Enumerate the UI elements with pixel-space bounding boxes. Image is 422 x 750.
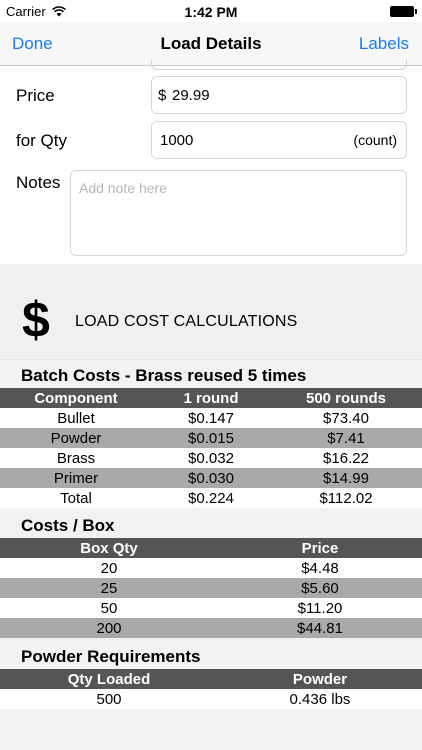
labels-button[interactable]: Labels xyxy=(359,34,409,54)
table-row: Primer $0.030 $14.99 xyxy=(0,468,422,488)
box-costs-table: Box Qty Price 20 $4.48 25 $5.60 50 $11.2… xyxy=(0,538,422,638)
status-bar: Carrier 1:42 PM xyxy=(0,0,422,22)
table-cell: Total xyxy=(0,488,152,508)
table-cell: $7.41 xyxy=(270,428,422,448)
qty-field[interactable]: 1000 (count) xyxy=(151,121,407,159)
table-row: Total $0.224 $112.02 xyxy=(0,488,422,508)
table-header-row: Component 1 round 500 rounds xyxy=(0,388,422,408)
table-cell: 500 xyxy=(0,689,218,709)
dollar-icon: $ xyxy=(22,292,50,348)
previous-field[interactable] xyxy=(151,60,407,70)
column-header: 500 rounds xyxy=(270,388,422,408)
table-cell: $5.60 xyxy=(218,578,422,598)
table-cell: $0.032 xyxy=(152,448,270,468)
price-field[interactable]: $ 29.99 xyxy=(151,76,407,114)
column-header: Box Qty xyxy=(0,538,218,558)
column-header: Price xyxy=(218,538,422,558)
notes-placeholder: Add note here xyxy=(79,180,167,196)
cost-calculations: $ LOAD COST CALCULATIONS Batch Costs - B… xyxy=(0,264,422,750)
table-cell: Brass xyxy=(0,448,152,468)
table-cell: $16.22 xyxy=(270,448,422,468)
calc-header: $ LOAD COST CALCULATIONS xyxy=(0,264,422,360)
clock: 1:42 PM xyxy=(184,4,238,20)
table-cell: $0.030 xyxy=(152,468,270,488)
table-cell: Primer xyxy=(0,468,152,488)
currency-symbol: $ xyxy=(158,87,167,104)
load-form: Price $ 29.99 for Qty 1000 (count) Notes… xyxy=(0,60,422,264)
table-row: Bullet $0.147 $73.40 xyxy=(0,408,422,428)
qty-unit: (count) xyxy=(353,132,397,148)
column-header: Component xyxy=(0,388,152,408)
table-cell: $0.224 xyxy=(152,488,270,508)
price-label: Price xyxy=(16,86,55,105)
column-header: 1 round xyxy=(152,388,270,408)
column-header: Qty Loaded xyxy=(0,669,218,689)
powder-requirements-title: Powder Requirements xyxy=(21,647,201,666)
table-cell: 200 xyxy=(0,618,218,638)
price-value: 29.99 xyxy=(172,87,210,104)
table-row: Powder $0.015 $7.41 xyxy=(0,428,422,448)
table-header-row: Qty Loaded Powder xyxy=(0,669,422,689)
table-cell: 50 xyxy=(0,598,218,618)
table-cell: Powder xyxy=(0,428,152,448)
batch-costs-table: Component 1 round 500 rounds Bullet $0.1… xyxy=(0,388,422,508)
box-costs-title: Costs / Box xyxy=(21,516,115,535)
column-header: Powder xyxy=(218,669,422,689)
table-cell: 25 xyxy=(0,578,218,598)
table-row: 200 $44.81 xyxy=(0,618,422,638)
table-row: 500 0.436 lbs xyxy=(0,689,422,709)
calc-title: LOAD COST CALCULATIONS xyxy=(75,313,298,330)
table-row: 50 $11.20 xyxy=(0,598,422,618)
battery-icon xyxy=(390,6,417,17)
table-cell: $14.99 xyxy=(270,468,422,488)
table-row: Brass $0.032 $16.22 xyxy=(0,448,422,468)
table-cell: $11.20 xyxy=(218,598,422,618)
table-cell: $0.147 xyxy=(152,408,270,428)
notes-field[interactable]: Add note here xyxy=(70,170,407,256)
qty-value: 1000 xyxy=(160,132,194,149)
table-header-row: Box Qty Price xyxy=(0,538,422,558)
table-cell: $44.81 xyxy=(218,618,422,638)
qty-label: for Qty xyxy=(16,131,68,150)
table-cell: $4.48 xyxy=(218,558,422,578)
table-cell: 20 xyxy=(0,558,218,578)
table-cell: $0.015 xyxy=(152,428,270,448)
table-cell: $73.40 xyxy=(270,408,422,428)
table-row: 20 $4.48 xyxy=(0,558,422,578)
table-cell: Bullet xyxy=(0,408,152,428)
table-cell: $112.02 xyxy=(270,488,422,508)
table-row: 25 $5.60 xyxy=(0,578,422,598)
batch-costs-title: Batch Costs - Brass reused 5 times xyxy=(21,366,307,385)
powder-requirements-table: Qty Loaded Powder 500 0.436 lbs xyxy=(0,669,422,709)
table-cell: 0.436 lbs xyxy=(218,689,422,709)
notes-label: Notes xyxy=(16,173,61,192)
